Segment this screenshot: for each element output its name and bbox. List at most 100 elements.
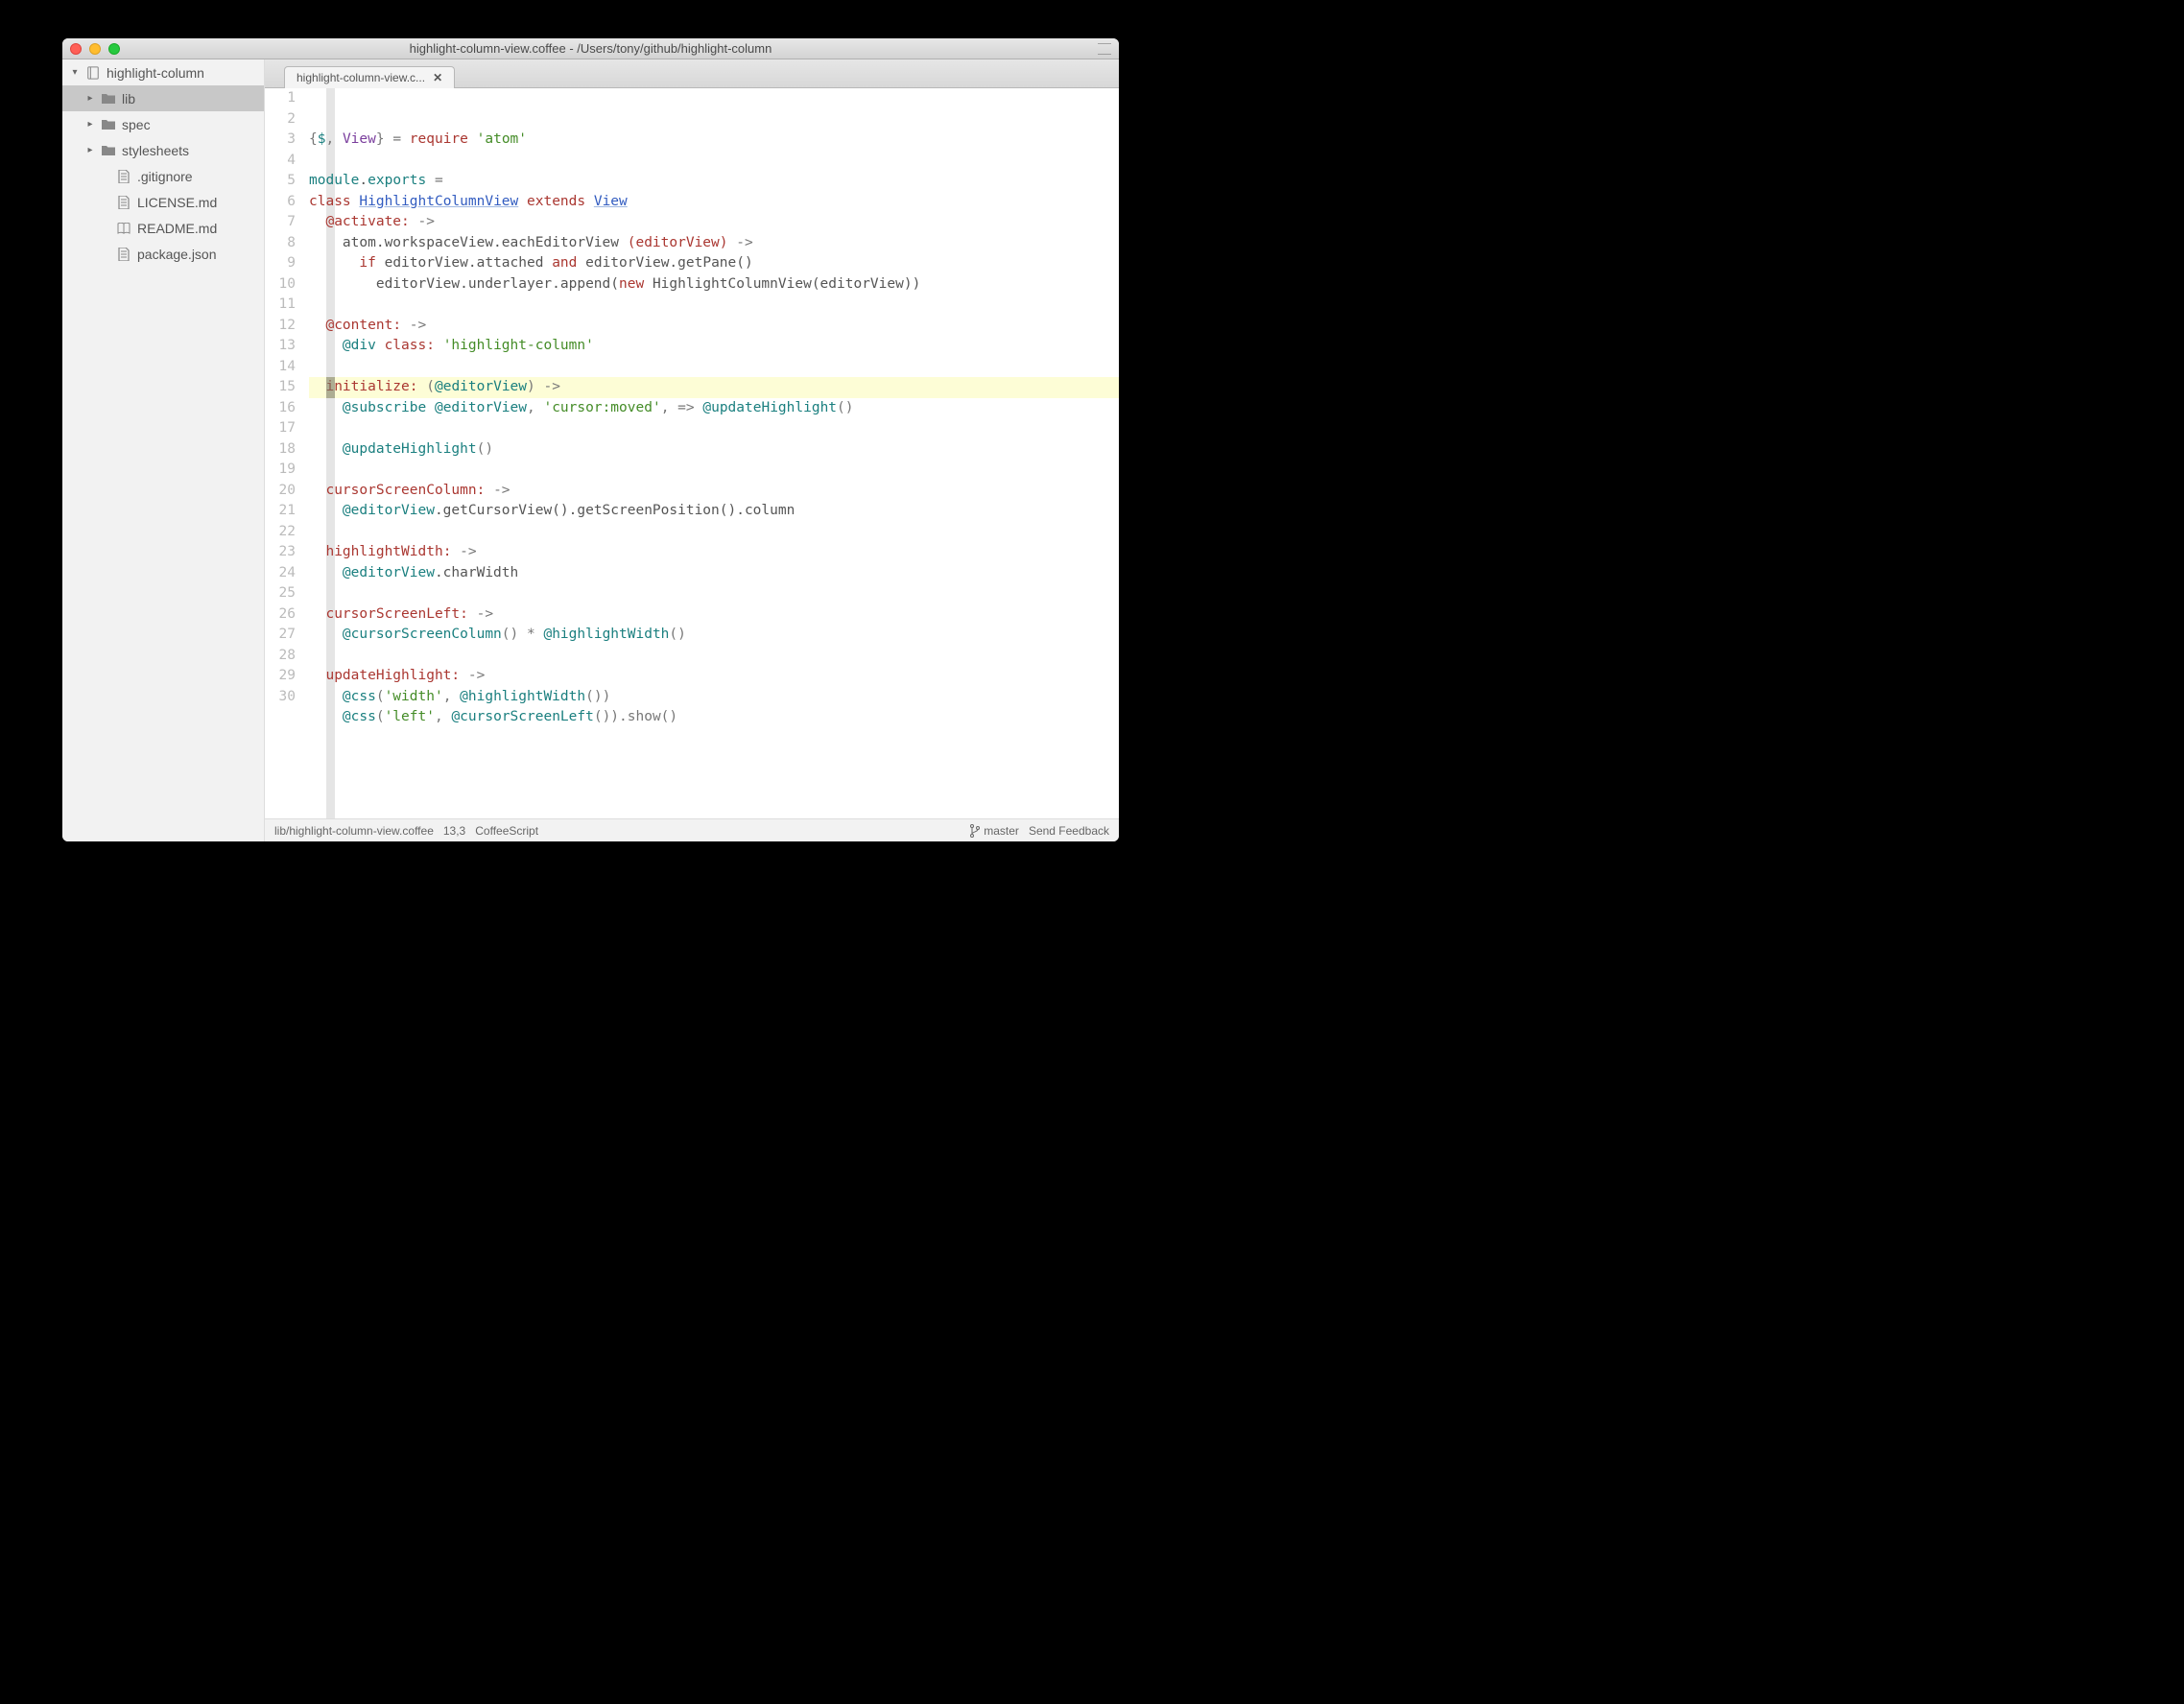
code-line[interactable]: cursorScreenColumn: -> [309, 481, 1119, 502]
code-line[interactable] [309, 460, 1119, 481]
code-line[interactable] [309, 522, 1119, 543]
status-path: lib/highlight-column-view.coffee [274, 824, 434, 838]
tree-item-label: spec [122, 117, 151, 132]
tree-item-label: .gitignore [137, 169, 193, 184]
code-line[interactable]: @activate: -> [309, 212, 1119, 233]
cursor [326, 377, 335, 398]
code-line[interactable]: @div class: 'highlight-column' [309, 336, 1119, 357]
line-number: 16 [265, 398, 296, 419]
code-line[interactable] [309, 295, 1119, 316]
code-line[interactable]: updateHighlight: -> [309, 666, 1119, 687]
line-number: 21 [265, 501, 296, 522]
chevron-right-icon: ▸ [85, 93, 95, 104]
git-branch[interactable]: master [970, 824, 1019, 838]
code-line[interactable]: cursorScreenLeft: -> [309, 604, 1119, 626]
line-number: 11 [265, 295, 296, 316]
folder-icon [101, 119, 116, 130]
tree-item[interactable]: ▸stylesheets [62, 137, 264, 163]
tree-item[interactable]: ▸ spec [62, 111, 264, 137]
tree-view[interactable]: ▾ highlight-column ▸ lib ▸ spec ▸stylesheets… [62, 59, 265, 841]
line-number: 6 [265, 192, 296, 213]
line-number: 2 [265, 109, 296, 130]
line-number: 24 [265, 563, 296, 584]
status-language[interactable]: CoffeeScript [475, 824, 538, 838]
code-line[interactable]: @css('left', @cursorScreenLeft()).show() [309, 707, 1119, 728]
code-line[interactable] [309, 728, 1119, 749]
line-number: 18 [265, 439, 296, 461]
tree-item[interactable]: LICENSE.md [62, 189, 264, 215]
line-number: 10 [265, 274, 296, 296]
code-line[interactable]: @content: -> [309, 316, 1119, 337]
line-number: 19 [265, 460, 296, 481]
code-line[interactable]: @css('width', @highlightWidth()) [309, 687, 1119, 708]
branch-name: master [984, 824, 1019, 838]
file-icon [116, 248, 131, 261]
code-area[interactable]: {$, View} = require 'atom' module.export… [303, 88, 1119, 818]
tree-item[interactable]: package.json [62, 241, 264, 267]
code-line[interactable]: {$, View} = require 'atom' [309, 130, 1119, 151]
line-number: 8 [265, 233, 296, 254]
chevron-right-icon: ▸ [85, 119, 95, 130]
app-window: highlight-column-view.coffee - /Users/to… [62, 38, 1119, 841]
code-line[interactable] [309, 418, 1119, 439]
tab-active[interactable]: highlight-column-view.c... ✕ [284, 66, 455, 88]
code-line[interactable]: atom.workspaceView.eachEditorView (edito… [309, 233, 1119, 254]
file-icon [116, 170, 131, 183]
close-tab-icon[interactable]: ✕ [433, 71, 442, 84]
send-feedback-link[interactable]: Send Feedback [1029, 824, 1109, 838]
code-line[interactable]: @cursorScreenColumn() * @highlightWidth(… [309, 625, 1119, 646]
repo-icon [85, 66, 101, 80]
tree-item[interactable]: .gitignore [62, 163, 264, 189]
code-line[interactable]: module.exports = [309, 171, 1119, 192]
line-number: 29 [265, 666, 296, 687]
line-number: 26 [265, 604, 296, 626]
line-number: 27 [265, 625, 296, 646]
line-number: 14 [265, 357, 296, 378]
code-line[interactable]: if editorView.attached and editorView.ge… [309, 253, 1119, 274]
code-line[interactable] [309, 646, 1119, 667]
tree-item[interactable]: ▸ lib [62, 85, 264, 111]
line-gutter: 1234567891011121314151617181920212223242… [265, 88, 303, 818]
tab-bar[interactable]: highlight-column-view.c... ✕ [265, 59, 1119, 88]
tree-item[interactable]: README.md [62, 215, 264, 241]
line-number: 30 [265, 687, 296, 708]
status-bar: lib/highlight-column-view.coffee 13,3 Co… [265, 818, 1119, 841]
line-number: 1 [265, 88, 296, 109]
branch-icon [970, 824, 980, 838]
folder-icon [101, 93, 116, 105]
tree-item-label: README.md [137, 221, 217, 236]
line-number: 4 [265, 151, 296, 172]
line-number: 13 [265, 336, 296, 357]
tab-label: highlight-column-view.c... [297, 71, 425, 84]
code-line[interactable]: @editorView.charWidth [309, 563, 1119, 584]
line-number: 25 [265, 583, 296, 604]
code-line[interactable]: class HighlightColumnView extends View [309, 192, 1119, 213]
line-number: 20 [265, 481, 296, 502]
folder-icon [101, 145, 116, 156]
fullscreen-icon[interactable] [1098, 43, 1111, 55]
chevron-right-icon: ▸ [85, 145, 95, 155]
line-number: 3 [265, 130, 296, 151]
titlebar[interactable]: highlight-column-view.coffee - /Users/to… [62, 38, 1119, 59]
window-title: highlight-column-view.coffee - /Users/to… [62, 41, 1119, 56]
code-line[interactable]: initialize: (@editorView) -> [309, 377, 1119, 398]
code-line[interactable] [309, 583, 1119, 604]
app-body: ▾ highlight-column ▸ lib ▸ spec ▸stylesheets… [62, 59, 1119, 841]
code-line[interactable]: @editorView.getCursorView().getScreenPos… [309, 501, 1119, 522]
code-line[interactable]: @subscribe @editorView, 'cursor:moved', … [309, 398, 1119, 419]
code-line[interactable]: @updateHighlight() [309, 439, 1119, 461]
line-number: 17 [265, 418, 296, 439]
text-editor[interactable]: 1234567891011121314151617181920212223242… [265, 88, 1119, 818]
tree-item-label: package.json [137, 247, 217, 262]
code-line[interactable] [309, 151, 1119, 172]
tree-root[interactable]: ▾ highlight-column [62, 59, 264, 85]
tree-item-label: lib [122, 91, 135, 106]
code-line[interactable]: highlightWidth: -> [309, 542, 1119, 563]
code-line[interactable] [309, 357, 1119, 378]
line-number: 12 [265, 316, 296, 337]
line-number: 23 [265, 542, 296, 563]
editor-pane: highlight-column-view.c... ✕ 12345678910… [265, 59, 1119, 841]
code-line[interactable]: editorView.underlayer.append(new Highlig… [309, 274, 1119, 296]
line-number: 28 [265, 646, 296, 667]
line-number: 22 [265, 522, 296, 543]
